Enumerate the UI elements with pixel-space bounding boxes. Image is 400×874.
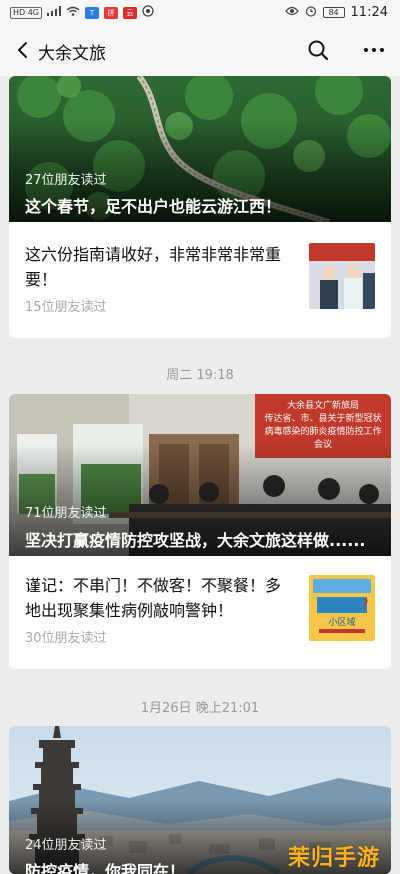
page-title: 大余文旅 xyxy=(38,44,106,64)
timestamp: 周二 19:18 xyxy=(166,368,234,383)
sync-icon xyxy=(142,5,154,20)
timestamp: 1月26日 晚上21:01 xyxy=(140,701,260,716)
more-dots-icon[interactable] xyxy=(360,36,388,64)
article-title: 谨记：不串门！不做客！不聚餐！多地出现聚集性病例敲响警钟！ xyxy=(25,576,282,620)
read-count: 30位朋友读过 xyxy=(25,631,107,646)
article-thumbnail xyxy=(309,243,375,309)
svg-text:传达省、市、县关于新型冠状: 传达省、市、县关于新型冠状 xyxy=(264,412,381,424)
read-count: 27位朋友读过 xyxy=(25,173,107,188)
article-title: 这六份指南请收好，非常非常非常重要！ xyxy=(25,245,282,289)
hero-article[interactable]: 大余县文广新旅局 传达省、市、县关于新型冠状 病毒感染的肺炎疫情防控工作 会议 … xyxy=(9,394,391,556)
app-notification-icon: 拼 xyxy=(104,6,119,19)
status-bar: HD 4G T 拼 云 84 11:24 xyxy=(0,0,400,24)
alarm-icon xyxy=(305,5,317,20)
wifi-icon xyxy=(66,6,80,19)
eye-icon xyxy=(284,6,299,19)
read-count: 24位朋友读过 xyxy=(25,838,107,853)
signal-icon xyxy=(47,6,62,19)
nav-bar: 大余文旅 xyxy=(0,24,400,76)
read-count: 15位朋友读过 xyxy=(25,300,107,315)
article-title: 这个春节，足不出户也能云游江西！ xyxy=(25,197,282,216)
svg-text:大余县文广新旅局: 大余县文广新旅局 xyxy=(287,399,359,411)
hero-article[interactable]: 27位朋友读过 这个春节，足不出户也能云游江西！ xyxy=(9,76,391,222)
network-indicator: HD 4G xyxy=(10,6,43,19)
read-count: 71位朋友读过 xyxy=(25,506,107,521)
article-group-card: 27位朋友读过 这个春节，足不出户也能云游江西！ 这六份指南请收好，非常非常非常… xyxy=(9,76,391,338)
app-notification-icon: 云 xyxy=(123,6,138,19)
search-icon[interactable] xyxy=(304,36,332,64)
app-notification-icon: T xyxy=(85,6,100,19)
svg-text:?: ? xyxy=(361,597,368,613)
battery-icon: 84 xyxy=(322,7,345,18)
clock: 11:24 xyxy=(350,5,388,20)
svg-text:小区域: 小区域 xyxy=(328,616,355,628)
svg-text:病毒感染的肺炎疫情防控工作: 病毒感染的肺炎疫情防控工作 xyxy=(264,425,381,437)
article-thumbnail: 小区域 ? xyxy=(309,575,375,641)
article-group-card: 大余县文广新旅局 传达省、市、县关于新型冠状 病毒感染的肺炎疫情防控工作 会议 … xyxy=(9,394,391,669)
chevron-left-icon[interactable] xyxy=(10,36,38,64)
watermark: 茉归手游网 xyxy=(288,846,381,871)
article-title: 坚决打赢疫情防控攻坚战，大余文旅这样做...... xyxy=(25,531,366,550)
